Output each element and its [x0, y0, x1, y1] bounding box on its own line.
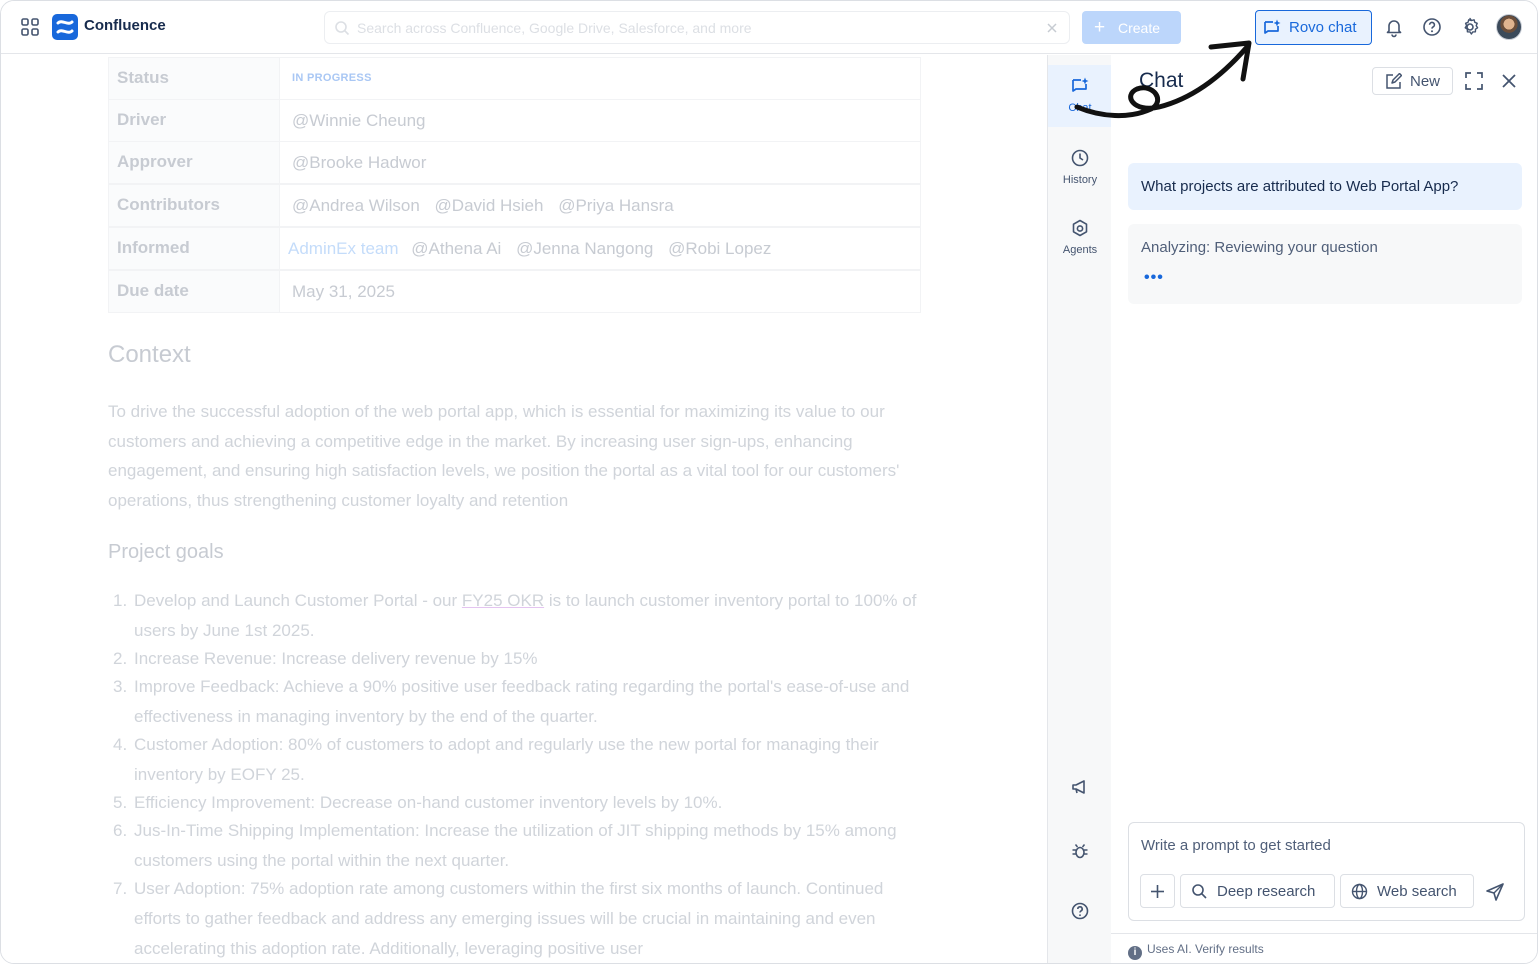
bug-report-icon[interactable] — [1070, 841, 1090, 861]
edit-icon — [1386, 73, 1402, 89]
clock-icon — [1071, 149, 1089, 167]
megaphone-icon[interactable] — [1070, 777, 1090, 797]
context-heading: Context — [108, 341, 191, 368]
app-window: Confluence Search across Confluence, Goo… — [0, 0, 1538, 964]
create-button[interactable]: + Create — [1082, 11, 1181, 44]
expand-icon[interactable] — [1464, 71, 1484, 91]
rovo-chat-button[interactable]: Rovo chat — [1255, 10, 1372, 45]
user-mention[interactable]: @Jenna Nangong — [516, 239, 653, 258]
user-mention[interactable]: @Andrea Wilson — [292, 196, 420, 215]
property-key: Informed — [109, 228, 280, 269]
ai-disclaimer: i Uses AI. Verify results — [1128, 942, 1264, 960]
rovo-side-nav: Chat History Agents — [1047, 55, 1112, 963]
property-row-driver: Driver @Winnie Cheung — [108, 99, 921, 142]
ai-response: Analyzing: Reviewing your question ••• — [1128, 224, 1522, 304]
informed-list: AdminEx team @Athena Ai @Jenna Nangong @… — [288, 239, 781, 259]
list-item: 5. Efficiency Improvement: Decrease on-ha… — [113, 793, 723, 812]
nav-item-label: Chat — [1068, 102, 1092, 114]
nav-item-agents[interactable]: Agents — [1048, 207, 1112, 269]
close-icon[interactable] — [1499, 71, 1519, 91]
property-key: Due date — [109, 271, 280, 312]
project-goals-list: 1. Develop and Launch Customer Portal - … — [108, 586, 918, 962]
info-icon: i — [1128, 946, 1142, 960]
property-row-contributors: Contributors @Andrea Wilson @David Hsieh… — [108, 184, 921, 227]
web-search-button[interactable]: Web search — [1340, 874, 1474, 908]
page-content: Status IN PROGRESS Driver @Winnie Cheung… — [1, 55, 1047, 963]
search-placeholder: Search across Confluence, Google Drive, … — [357, 20, 752, 36]
okr-link[interactable]: FY25 OKR — [462, 591, 544, 610]
list-item: 6. Jus-In-Time Shipping Implementation: I… — [113, 821, 897, 870]
team-link[interactable]: AdminEx team — [288, 239, 399, 258]
property-key: Status — [109, 58, 280, 99]
search-icon — [1192, 884, 1207, 899]
chat-sparkle-icon — [1072, 77, 1089, 92]
app-name[interactable]: Confluence — [84, 17, 166, 34]
loading-dots: ••• — [1144, 269, 1164, 286]
add-attachment-button[interactable] — [1140, 874, 1175, 908]
driver-mention[interactable]: @Winnie Cheung — [292, 111, 426, 131]
user-mention[interactable]: @Robi Lopez — [668, 239, 771, 258]
prompt-input[interactable]: Write a prompt to get started — [1141, 837, 1331, 854]
search-input[interactable]: Search across Confluence, Google Drive, … — [324, 11, 1070, 44]
agents-icon — [1072, 219, 1088, 237]
send-icon[interactable] — [1484, 881, 1506, 903]
user-avatar[interactable] — [1496, 14, 1522, 40]
nav-item-label: History — [1062, 174, 1098, 186]
chat-title: Chat — [1139, 69, 1184, 92]
settings-gear-icon[interactable] — [1459, 16, 1481, 38]
list-item: 1. Develop and Launch Customer Portal - … — [113, 591, 917, 640]
app-switcher-icon[interactable] — [21, 18, 39, 36]
top-navigation-bar: Confluence Search across Confluence, Goo… — [1, 1, 1537, 54]
list-item: 3. Improve Feedback: Achieve a 90% positi… — [113, 677, 910, 726]
list-item: 7. User Adoption: 75% adoption rate among… — [113, 879, 884, 958]
plus-icon: + — [1094, 17, 1106, 38]
list-item: 4. Customer Adoption: 80% of customers to… — [113, 735, 879, 784]
deep-research-button[interactable]: Deep research — [1180, 874, 1335, 908]
due-date-value: May 31, 2025 — [292, 282, 396, 301]
property-row-approver: Approver @Brooke Hadwor — [108, 141, 921, 184]
chat-composer[interactable]: Write a prompt to get started Deep resea… — [1128, 822, 1525, 921]
rovo-chat-panel: Chat New What projects are attributed to… — [1111, 55, 1537, 963]
approver-mention[interactable]: @Brooke Hadwor — [292, 153, 426, 173]
project-goals-heading: Project goals — [108, 541, 224, 563]
property-key: Approver — [109, 142, 280, 183]
ai-status-text: Analyzing: Reviewing your question — [1141, 239, 1378, 256]
notifications-bell-icon[interactable] — [1383, 16, 1405, 38]
property-row-informed: Informed AdminEx team @Athena Ai @Jenna … — [108, 227, 921, 270]
property-row-due-date: Due date May 31, 2025 — [108, 270, 921, 313]
help-icon[interactable] — [1421, 16, 1443, 38]
property-key: Contributors — [109, 185, 280, 226]
context-paragraph: To drive the successful adoption of the … — [108, 402, 900, 510]
status-badge[interactable]: IN PROGRESS — [292, 72, 372, 84]
nav-item-history[interactable]: History — [1048, 137, 1112, 199]
user-message: What projects are attributed to Web Port… — [1128, 163, 1522, 210]
clear-search-icon[interactable] — [1044, 20, 1060, 36]
user-mention[interactable]: @Priya Hansra — [558, 196, 674, 215]
nav-item-chat[interactable]: Chat — [1048, 65, 1112, 127]
new-chat-button[interactable]: New — [1372, 67, 1453, 95]
property-key: Driver — [109, 100, 280, 141]
confluence-logo-icon[interactable] — [52, 14, 78, 40]
user-mention[interactable]: @Athena Ai — [411, 239, 501, 258]
list-item: 2. Increase Revenue: Increase delivery re… — [113, 649, 538, 668]
nav-item-label: Agents — [1062, 244, 1098, 256]
divider — [1111, 933, 1537, 934]
user-mention[interactable]: @David Hsieh — [435, 196, 544, 215]
plus-icon — [1151, 885, 1164, 898]
help-icon[interactable] — [1070, 901, 1090, 921]
contributors-list: @Andrea Wilson @David Hsieh @Priya Hansr… — [292, 196, 684, 216]
property-row-status: Status IN PROGRESS — [108, 57, 921, 100]
globe-icon — [1351, 883, 1368, 900]
chat-sparkle-icon — [1264, 19, 1281, 34]
search-icon — [335, 21, 350, 36]
